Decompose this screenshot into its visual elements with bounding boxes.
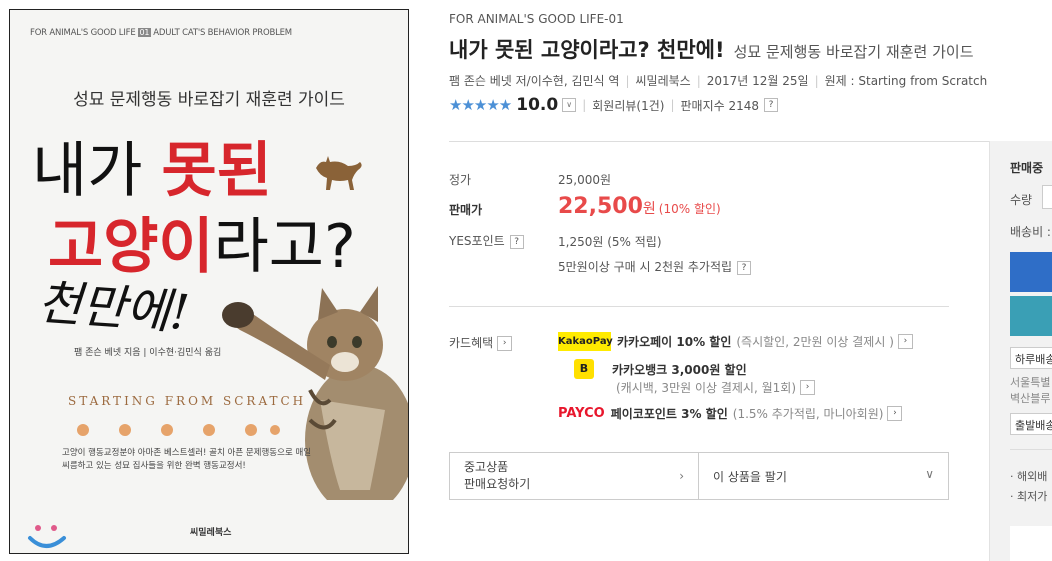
panel-note-1: · 해외배 xyxy=(1010,470,1048,483)
rating-dropdown-icon[interactable]: ∨ xyxy=(562,98,577,112)
points-extra-help-icon[interactable]: ? xyxy=(737,260,752,275)
panel-white-box xyxy=(1010,526,1052,561)
sale-price: 22,500원 (10% 할인) xyxy=(558,194,721,219)
authors-link[interactable]: 팸 존슨 베넷 저/이수현, 김민식 역 xyxy=(449,74,619,88)
cover-series-label: FOR ANIMAL'S GOOD LIFE 01 ADULT CAT'S BEHA… xyxy=(30,28,292,38)
smile-icon xyxy=(28,525,66,548)
kakaobank-more-icon[interactable]: › xyxy=(800,380,816,395)
sell-this-product-button[interactable]: 이 상품을 팔기 ∨ xyxy=(698,452,949,500)
cover-subtitle: 성묘 문제행동 바로잡기 재훈련 가이드 xyxy=(73,90,345,110)
sales-index: 판매지수 2148 xyxy=(680,98,760,113)
discount-rate: (10% 할인) xyxy=(658,202,721,216)
divider xyxy=(449,141,989,142)
original-title: 원제 : Starting from Scratch xyxy=(824,74,988,88)
used-line2: 판매요청하기 xyxy=(464,477,531,492)
rating-score: 10.0 xyxy=(516,95,559,115)
sale-price-label: 판매가 xyxy=(449,203,483,217)
cover-title-line3: 천만에! xyxy=(35,274,192,342)
kakaobank-row: B 카카오뱅크 3,000원 할인 xyxy=(558,359,747,379)
cover-authors: 팸 존슨 베넷 지음 | 이수현·김민식 옮김 xyxy=(74,348,222,358)
kakaobank-logo: B xyxy=(574,359,594,379)
points-extra: 5만원이상 구매 시 2천원 추가적립 xyxy=(558,260,733,274)
points-label: YES포인트 xyxy=(449,234,505,248)
shipping-label: 배송비 : xyxy=(1010,225,1051,239)
series-label[interactable]: FOR ANIMAL'S GOOD LIFE-01 xyxy=(449,12,624,26)
publish-date: 2017년 12월 25일 xyxy=(706,74,809,88)
used-line1: 중고상품 xyxy=(464,460,509,474)
cover-publisher: 씨밀레북스 xyxy=(190,528,232,538)
payco-row: PAYCO 페이코포인트 3% 할인 (1.5% 추가적립, 마니아회원) › xyxy=(558,405,903,422)
chevron-down-icon: ∨ xyxy=(925,467,934,481)
used-sale-request-button[interactable]: 중고상품 판매요청하기 › xyxy=(449,452,699,500)
small-cat-illustration xyxy=(316,156,362,190)
quantity-input[interactable] xyxy=(1042,185,1052,209)
title-row: 내가 못된 고양이라고? 천만에! 성묘 문제행동 바로잡기 재훈련 가이드 xyxy=(449,34,974,64)
qty-label: 수량 xyxy=(1010,193,1033,207)
kakaobank-note: (캐시백, 3만원 이상 결제시, 월1회) xyxy=(616,381,797,395)
rating-row: ★★★★★ 10.0 ∨ | 회원리뷰(1건) | 판매지수 2148 ? xyxy=(449,95,779,115)
cart-button[interactable] xyxy=(1010,252,1052,292)
mini-cats-decoration xyxy=(77,424,280,436)
sell-label: 이 상품을 팔기 xyxy=(713,470,787,484)
chevron-right-icon: › xyxy=(679,469,684,483)
sale-price-value: 22,500 xyxy=(558,194,643,219)
delivery-select[interactable]: 하루배송 xyxy=(1010,347,1052,369)
card-benefit-label-row: 카드혜택 › xyxy=(449,334,513,351)
buy-now-button[interactable] xyxy=(1010,296,1052,336)
cover-english-title: STARTING FROM SCRATCH xyxy=(68,394,307,408)
payco-title: 페이코포인트 3% 할인 xyxy=(610,407,728,421)
points-help-icon[interactable]: ? xyxy=(509,234,524,249)
kakaobank-title: 카카오뱅크 3,000원 할인 xyxy=(612,362,747,377)
publisher-link[interactable]: 씨밀레북스 xyxy=(636,74,691,88)
kakaopay-logo: KakaoPay xyxy=(558,332,613,351)
list-price-value: 25,000원 xyxy=(558,173,612,187)
points-value: 1,250원 (5% 적립) xyxy=(558,235,662,249)
card-benefit-label: 카드혜택 xyxy=(449,336,494,350)
star-rating-icon: ★★★★★ xyxy=(449,96,512,114)
cover-blurb: 고양이 행동교정분야 아마존 베스트셀러! 골치 아픈 문제행동으로 매일 씨름… xyxy=(62,448,312,471)
panel-note-2: · 최저가 xyxy=(1010,490,1048,503)
kakaopay-note: (즉시할인, 2만원 이상 결제시 ) xyxy=(736,335,894,349)
product-subtitle: 성묘 문제행동 바로잡기 재훈련 가이드 xyxy=(733,43,974,61)
book-cover-image[interactable]: FOR ANIMAL'S GOOD LIFE 01 ADULT CAT'S BEHA… xyxy=(9,9,409,554)
reviews-link[interactable]: 회원리뷰(1건) xyxy=(592,97,664,114)
payco-more-icon[interactable]: › xyxy=(887,406,903,421)
sales-index-help-icon[interactable]: ? xyxy=(764,98,779,112)
address-text: 서울특별 벽산블루 xyxy=(1010,376,1051,405)
product-title: 내가 못된 고양이라고? 천만에! xyxy=(449,38,725,62)
kakaopay-more-icon[interactable]: › xyxy=(897,334,913,349)
list-price-label: 정가 xyxy=(449,173,472,187)
product-meta: 팸 존슨 베넷 저/이수현, 김민식 역 | 씨밀레북스 | 2017년 12월 25일… xyxy=(449,74,988,88)
purchase-panel: 판매중 수량 배송비 : 하루배송 서울특별 벽산블루 출발배송 · 해외배 ·… xyxy=(989,141,1052,561)
kakaopay-row: KakaoPay 카카오페이 10% 할인 (즉시할인, 2만원 이상 결제시 … xyxy=(558,332,913,351)
divider xyxy=(449,306,949,307)
divider xyxy=(1010,449,1052,450)
card-benefit-more-icon[interactable]: › xyxy=(497,336,513,351)
cover-title-line1: 내가 못된 xyxy=(32,136,272,206)
sale-price-unit: 원 xyxy=(642,201,656,217)
depart-select[interactable]: 출발배송 xyxy=(1010,413,1052,435)
points-label-row: YES포인트? xyxy=(449,232,524,249)
points-extra-row: 5만원이상 구매 시 2천원 추가적립? xyxy=(558,258,752,275)
kakaobank-note-row: (캐시백, 3만원 이상 결제시, 월1회) › xyxy=(616,379,816,396)
panel-status: 판매중 xyxy=(1010,161,1044,175)
payco-logo: PAYCO xyxy=(558,406,605,421)
kakaopay-title: 카카오페이 10% 할인 xyxy=(617,335,732,349)
payco-note: (1.5% 추가적립, 마니아회원) xyxy=(732,407,884,421)
